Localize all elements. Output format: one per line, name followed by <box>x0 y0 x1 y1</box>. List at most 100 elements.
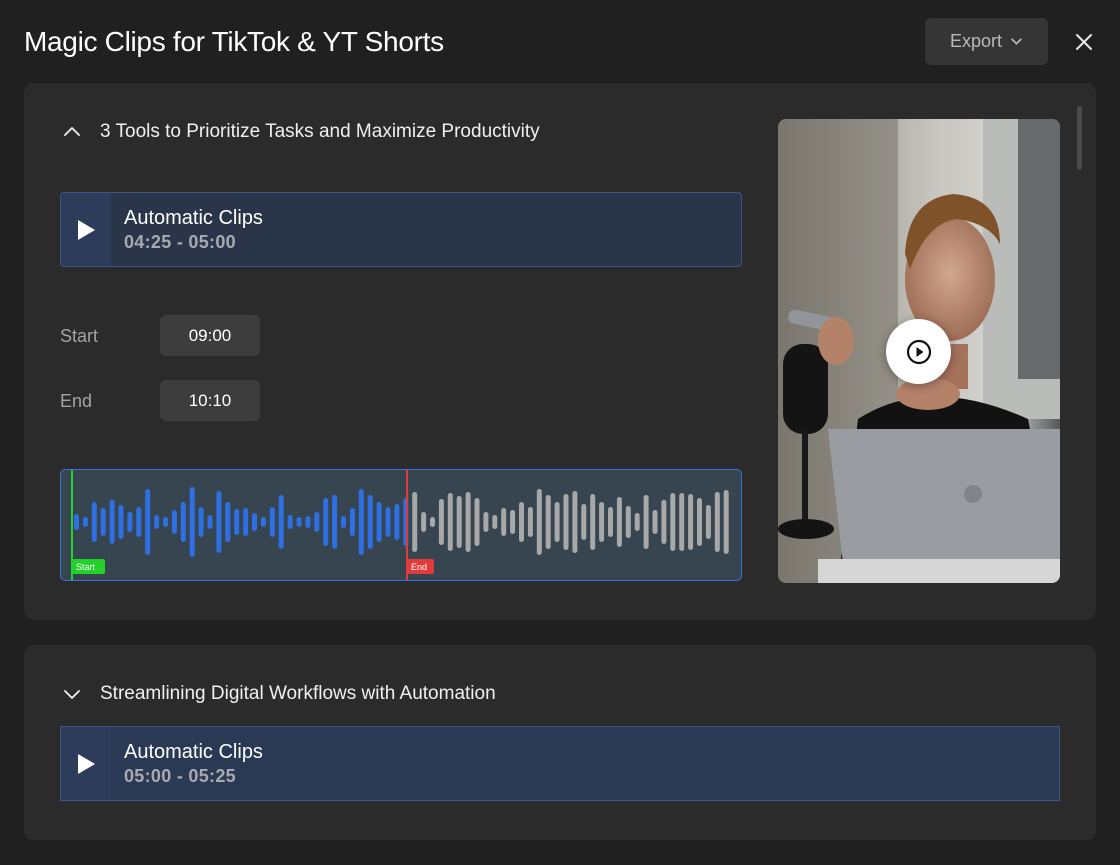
waveform-bar <box>723 490 729 554</box>
waveform-bar <box>447 493 453 551</box>
waveform-bar <box>74 514 79 530</box>
waveform-bar <box>82 517 88 527</box>
waveform-bar <box>536 489 542 555</box>
waveform-bar <box>252 513 257 531</box>
waveform-bar <box>510 510 516 534</box>
waveform-bar <box>349 508 355 536</box>
waveform-bar <box>572 491 578 553</box>
section-2-header[interactable]: Streamlining Digital Workflows with Auto… <box>62 683 496 705</box>
waveform-bar <box>412 492 418 552</box>
waveform-bar <box>608 507 613 537</box>
clip-title: Automatic Clips <box>124 740 263 763</box>
section-2-title: Streamlining Digital Workflows with Auto… <box>100 683 496 704</box>
waveform-bar <box>714 492 720 552</box>
waveform-bar <box>465 492 471 552</box>
section-1-header[interactable]: 3 Tools to Prioritize Tasks and Maximize… <box>62 121 540 143</box>
section-1-title: 3 Tools to Prioritize Tasks and Maximize… <box>100 121 540 142</box>
waveform-bar <box>296 517 302 527</box>
end-time-input[interactable]: 10:10 <box>160 380 260 421</box>
waveform-bar <box>207 515 213 529</box>
waveform-bar <box>670 493 676 551</box>
waveform-bar <box>697 498 702 546</box>
waveform-bar <box>430 517 435 527</box>
start-marker-label: Start <box>76 562 96 572</box>
waveform-bar <box>100 508 106 536</box>
waveform-bar <box>305 516 311 528</box>
waveform-bar <box>171 510 177 534</box>
export-button[interactable]: Export <box>925 18 1048 65</box>
clip-time-range: 05:00 - 05:25 <box>124 765 236 786</box>
waveform-bar <box>421 512 427 532</box>
waveform-bar <box>679 493 685 551</box>
waveform-bar <box>519 502 524 542</box>
video-preview[interactable] <box>778 119 1060 583</box>
waveform-bar <box>688 494 694 550</box>
clip-play-button[interactable] <box>61 193 111 266</box>
clip-row-1[interactable]: Automatic Clips 04:25 - 05:00 <box>60 192 742 267</box>
waveform-bar <box>705 505 711 539</box>
waveform-bar <box>581 504 587 540</box>
waveform-bar <box>643 495 649 549</box>
waveform-bar <box>269 507 275 537</box>
waveform-bar <box>154 515 160 529</box>
waveform-bar <box>483 512 489 532</box>
waveform-bar <box>652 510 658 534</box>
waveform-bar <box>376 502 382 542</box>
waveform-bar <box>118 505 124 539</box>
waveform-bar <box>527 507 533 537</box>
clip-info: Automatic Clips 05:00 - 05:25 <box>111 727 263 800</box>
waveform-bar <box>358 489 364 555</box>
clip-row-2[interactable]: Automatic Clips 05:00 - 05:25 <box>60 726 1060 801</box>
scrollbar-thumb[interactable] <box>1077 106 1082 170</box>
waveform-bar <box>109 500 115 544</box>
waveform-bar <box>554 502 560 542</box>
waveform-bar <box>163 517 168 527</box>
chevron-down-icon <box>64 690 80 699</box>
waveform-bar <box>198 507 204 537</box>
waveform-bar <box>501 508 507 536</box>
waveform-bar <box>260 517 266 527</box>
waveform-bar <box>225 502 231 542</box>
waveform-bar <box>474 498 480 546</box>
play-icon <box>78 219 95 240</box>
start-time-input[interactable]: 09:00 <box>160 315 260 356</box>
waveform-bar <box>634 513 640 531</box>
export-label: Export <box>949 31 1003 51</box>
waveform-bar <box>545 495 551 549</box>
waveform-bar <box>189 487 195 557</box>
waveform-bar <box>332 495 338 549</box>
waveform-bar <box>287 515 293 529</box>
waveform-bar <box>661 500 667 544</box>
waveform-bar <box>145 489 151 555</box>
waveform-graphic: Start End <box>71 470 729 580</box>
clip-info: Automatic Clips 04:25 - 05:00 <box>111 193 263 266</box>
waveform-bar <box>385 507 391 537</box>
play-icon <box>906 339 931 364</box>
waveform-bar <box>625 506 631 538</box>
close-icon[interactable] <box>1070 28 1098 56</box>
play-icon <box>78 753 95 774</box>
waveform-bar <box>234 509 240 535</box>
waveform-bar <box>492 515 498 529</box>
dialog-title: Magic Clips for TikTok & YT Shorts <box>24 26 444 57</box>
waveform-bar <box>180 502 186 542</box>
clip-title: Automatic Clips <box>124 206 263 229</box>
chevron-down-icon <box>1011 38 1022 45</box>
end-marker-label: End <box>411 562 427 572</box>
magic-clips-dialog: Magic Clips for TikTok & YT Shorts Expor… <box>0 0 1120 865</box>
start-label: Start <box>60 326 99 346</box>
waveform-bar <box>136 507 142 537</box>
waveform-bar <box>367 495 373 549</box>
video-play-button[interactable] <box>886 319 951 384</box>
waveform-bar <box>590 494 596 550</box>
end-label: End <box>60 391 93 411</box>
waveform-bar <box>216 491 222 553</box>
waveform-bar <box>278 495 284 549</box>
waveform-bar <box>394 504 400 540</box>
clip-time-range: 04:25 - 05:00 <box>124 231 236 252</box>
audio-waveform[interactable]: Start End <box>60 469 742 581</box>
waveform-bar <box>456 496 462 548</box>
waveform-bar <box>616 497 622 547</box>
clip-play-button[interactable] <box>61 727 111 800</box>
waveform-bar <box>243 508 249 536</box>
